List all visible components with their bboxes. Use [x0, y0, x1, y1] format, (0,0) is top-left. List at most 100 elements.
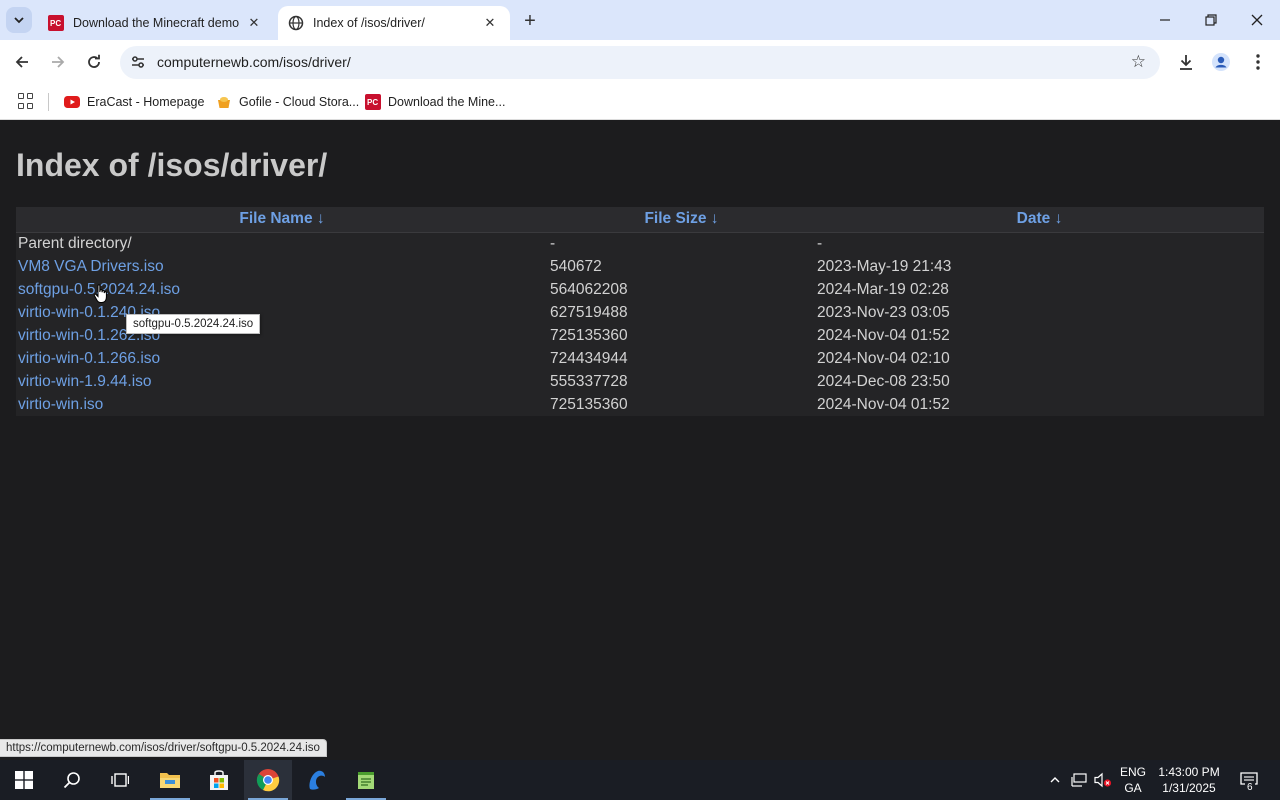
language-code: ENG	[1119, 765, 1146, 779]
file-date: 2023-May-19 21:43	[817, 257, 952, 275]
network-icon	[1071, 773, 1087, 787]
file-listing-table: File Name ↓ File Size ↓ Date ↓ Parent di…	[16, 207, 1264, 416]
store-icon	[210, 770, 228, 790]
taskbar-chrome[interactable]	[244, 760, 292, 800]
taskbar-notepad[interactable]	[342, 760, 390, 800]
clock-date: 1/31/2025	[1162, 781, 1216, 795]
address-bar[interactable]: computernewb.com/isos/driver/ ☆	[120, 46, 1160, 79]
profile-icon	[1212, 53, 1230, 71]
network-button[interactable]	[1068, 760, 1090, 800]
bookmark-star-icon[interactable]: ☆	[1131, 52, 1146, 72]
chevron-down-icon	[14, 17, 24, 24]
bookmark-gofile[interactable]: Gofile - Cloud Stora...	[216, 92, 359, 112]
file-size: 627519488	[550, 303, 628, 321]
more-vert-icon	[1256, 54, 1260, 70]
table-row: virtio-win-0.1.266.iso 724434944 2024-No…	[16, 347, 1264, 370]
reload-button[interactable]	[80, 48, 108, 76]
task-view-icon	[111, 773, 129, 787]
file-date: 2024-Mar-19 02:28	[817, 280, 949, 298]
tab-title: Index of /isos/driver/	[313, 16, 425, 30]
table-row: VM8 VGA Drivers.iso 540672 2023-May-19 2…	[16, 255, 1264, 278]
table-row: softgpu-0.5.2024.24.iso 564062208 2024-M…	[16, 278, 1264, 301]
close-tab-icon[interactable]: ✕	[244, 13, 264, 33]
windows-logo-icon	[15, 771, 33, 789]
file-link[interactable]: VM8 VGA Drivers.iso	[18, 258, 164, 275]
site-info-icon[interactable]	[130, 54, 146, 70]
file-date: 2024-Dec-08 23:50	[817, 372, 950, 390]
clock[interactable]: 1:43:00 PM 1/31/2025	[1156, 764, 1222, 796]
reload-icon	[88, 54, 100, 68]
taskbar-app-blue[interactable]	[293, 760, 341, 800]
show-hidden-icons-button[interactable]	[1044, 760, 1066, 800]
browser-toolbar: computernewb.com/isos/driver/ ☆	[0, 40, 1280, 84]
file-link[interactable]: virtio-win.iso	[18, 396, 103, 413]
tab-search-button[interactable]	[6, 7, 32, 33]
notification-count-badge: 6	[1245, 782, 1255, 794]
file-link[interactable]: virtio-win-0.1.266.iso	[18, 350, 160, 367]
start-button[interactable]	[0, 760, 48, 800]
bookmark-eracast[interactable]: EraCast - Homepage	[64, 92, 204, 112]
back-button[interactable]	[8, 48, 36, 76]
file-date: 2024-Nov-04 01:52	[817, 326, 950, 344]
sort-by-size-header[interactable]: File Size ↓	[548, 207, 815, 233]
chrome-icon	[256, 769, 280, 792]
windows-taskbar: ENG GA 1:43:00 PM 1/31/2025 6	[0, 760, 1280, 800]
forward-button[interactable]	[44, 48, 72, 76]
chevron-up-icon	[1050, 777, 1060, 783]
file-size: 724434944	[550, 349, 628, 367]
volume-muted-icon	[1094, 772, 1112, 788]
file-link[interactable]: virtio-win-1.9.44.iso	[18, 373, 152, 390]
tab-minecraft[interactable]: PC Download the Minecraft demo ✕	[38, 6, 274, 40]
tab-index[interactable]: Index of /isos/driver/ ✕	[278, 6, 510, 40]
file-size: 725135360	[550, 326, 628, 344]
gofile-icon	[218, 97, 230, 108]
keyboard-layout: GA	[1124, 781, 1142, 795]
profile-button[interactable]	[1209, 50, 1233, 74]
apps-icon[interactable]	[18, 93, 34, 109]
table-row: virtio-win-1.9.44.iso 555337728 2024-Dec…	[16, 370, 1264, 393]
language-indicator[interactable]: ENG GA	[1116, 764, 1150, 796]
minimize-button[interactable]	[1142, 0, 1188, 40]
file-date: 2024-Nov-04 01:52	[817, 395, 950, 413]
search-button[interactable]	[48, 760, 96, 800]
bookmark-label: Gofile - Cloud Stora...	[239, 95, 360, 109]
youtube-icon	[64, 96, 80, 108]
bookmarks-divider	[48, 93, 49, 111]
file-size: -	[550, 234, 556, 252]
volume-button[interactable]	[1092, 760, 1114, 800]
arrow-left-icon	[15, 56, 28, 68]
page-content: Index of /isos/driver/ File Name ↓ File …	[0, 121, 1280, 760]
taskbar-store[interactable]	[195, 760, 243, 800]
close-icon	[1251, 14, 1263, 26]
sort-by-name-header[interactable]: File Name ↓	[16, 207, 548, 233]
close-tab-icon[interactable]: ✕	[480, 13, 500, 33]
new-tab-button[interactable]: +	[518, 9, 542, 33]
hand-cursor-icon	[93, 284, 107, 303]
task-view-button[interactable]	[96, 760, 144, 800]
table-header-row: File Name ↓ File Size ↓ Date ↓	[16, 207, 1264, 233]
arrow-right-icon	[52, 56, 65, 68]
taskbar-file-explorer[interactable]	[146, 760, 194, 800]
file-size: 555337728	[550, 372, 628, 390]
downloads-button[interactable]	[1174, 50, 1198, 74]
file-date: 2024-Nov-04 02:10	[817, 349, 950, 367]
table-row: virtio-win.iso 725135360 2024-Nov-04 01:…	[16, 393, 1264, 416]
bookmark-minecraft[interactable]: PC Download the Mine...	[365, 92, 505, 112]
notepad-icon	[358, 772, 374, 789]
parent-directory-link[interactable]: Parent directory/	[16, 232, 548, 255]
globe-icon	[288, 15, 304, 31]
svg-text:PC: PC	[367, 98, 378, 107]
tab-title: Download the Minecraft demo	[73, 16, 240, 30]
menu-button[interactable]	[1246, 50, 1270, 74]
action-center-button[interactable]	[1234, 760, 1264, 800]
address-text: computernewb.com/isos/driver/	[157, 54, 351, 70]
file-date: -	[817, 234, 823, 252]
bookmarks-bar: EraCast - Homepage Gofile - Cloud Stora.…	[0, 84, 1280, 120]
svg-text:PC: PC	[50, 19, 61, 28]
restore-icon	[1205, 14, 1217, 26]
close-window-button[interactable]	[1234, 0, 1280, 40]
page-title: Index of /isos/driver/	[16, 147, 328, 183]
minimize-icon	[1160, 19, 1170, 21]
restore-button[interactable]	[1188, 0, 1234, 40]
sort-by-date-header[interactable]: Date ↓	[815, 207, 1264, 233]
